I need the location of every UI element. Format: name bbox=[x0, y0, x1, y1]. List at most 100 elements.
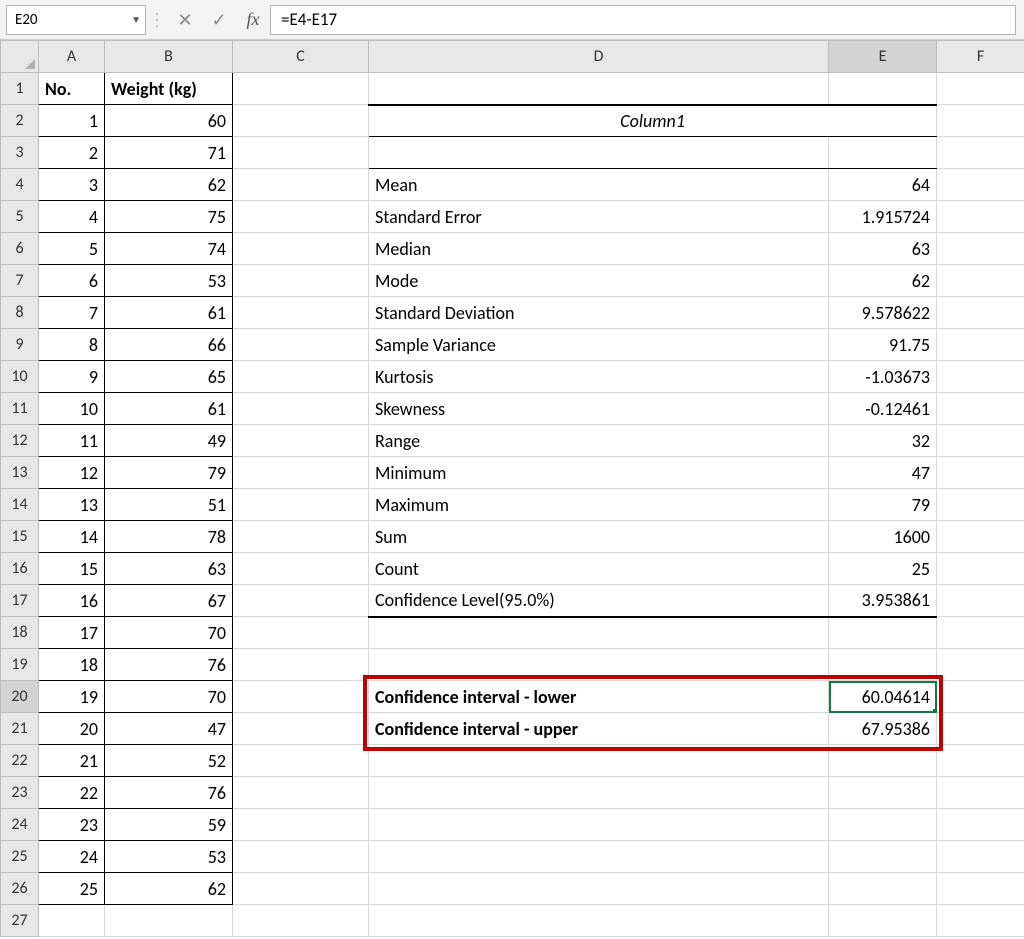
spreadsheet-grid[interactable]: A B C D E F 1No.Weight (kg)2160Column132… bbox=[0, 40, 1024, 937]
stat-value[interactable]: 1.915724 bbox=[829, 201, 937, 233]
cell[interactable] bbox=[937, 777, 1024, 809]
stat-value[interactable]: 32 bbox=[829, 425, 937, 457]
cell-no[interactable]: 6 bbox=[39, 265, 105, 297]
cell[interactable] bbox=[829, 873, 937, 905]
row-header[interactable]: 7 bbox=[1, 265, 39, 297]
cell-no[interactable]: 14 bbox=[39, 521, 105, 553]
cell[interactable] bbox=[233, 233, 369, 265]
cell-no[interactable]: 25 bbox=[39, 873, 105, 905]
cell-weight[interactable]: 76 bbox=[105, 649, 233, 681]
cell-no[interactable]: 8 bbox=[39, 329, 105, 361]
cell[interactable] bbox=[233, 105, 369, 137]
header-no[interactable]: No. bbox=[39, 73, 105, 105]
cell[interactable] bbox=[937, 713, 1024, 745]
cell-weight[interactable]: 75 bbox=[105, 201, 233, 233]
stat-label[interactable]: Confidence Level(95.0%) bbox=[369, 585, 829, 617]
cell[interactable] bbox=[233, 425, 369, 457]
cell-no[interactable]: 11 bbox=[39, 425, 105, 457]
cell[interactable] bbox=[39, 905, 105, 937]
ci-upper-label[interactable]: Confidence interval - upper bbox=[369, 713, 829, 745]
cell[interactable] bbox=[829, 617, 937, 649]
cell[interactable] bbox=[233, 201, 369, 233]
cell[interactable] bbox=[937, 617, 1024, 649]
cell[interactable] bbox=[233, 681, 369, 713]
cell[interactable] bbox=[937, 265, 1024, 297]
stats-title[interactable]: Column1 bbox=[369, 105, 937, 137]
cell[interactable] bbox=[937, 585, 1024, 617]
cell[interactable] bbox=[233, 809, 369, 841]
cell-weight[interactable]: 53 bbox=[105, 265, 233, 297]
row-header[interactable]: 9 bbox=[1, 329, 39, 361]
cell-no[interactable]: 21 bbox=[39, 745, 105, 777]
row-header[interactable]: 27 bbox=[1, 905, 39, 937]
stat-label[interactable]: Count bbox=[369, 553, 829, 585]
cell-weight[interactable]: 78 bbox=[105, 521, 233, 553]
cell[interactable] bbox=[233, 265, 369, 297]
cell[interactable] bbox=[233, 841, 369, 873]
stat-value[interactable]: 1600 bbox=[829, 521, 937, 553]
cell-no[interactable]: 4 bbox=[39, 201, 105, 233]
stat-value[interactable]: 64 bbox=[829, 169, 937, 201]
cell-weight[interactable]: 59 bbox=[105, 809, 233, 841]
ci-upper-value[interactable]: 67.95386 bbox=[829, 713, 937, 745]
stat-label[interactable]: Mean bbox=[369, 169, 829, 201]
row-header[interactable]: 4 bbox=[1, 169, 39, 201]
row-header[interactable]: 24 bbox=[1, 809, 39, 841]
cell[interactable] bbox=[937, 105, 1024, 137]
cell-no[interactable]: 9 bbox=[39, 361, 105, 393]
cell-no[interactable]: 22 bbox=[39, 777, 105, 809]
row-header[interactable]: 6 bbox=[1, 233, 39, 265]
row-header[interactable]: 3 bbox=[1, 137, 39, 169]
cell[interactable] bbox=[233, 553, 369, 585]
enter-button[interactable]: ✓ bbox=[202, 5, 236, 35]
cell[interactable] bbox=[937, 233, 1024, 265]
cell[interactable] bbox=[937, 873, 1024, 905]
cell[interactable] bbox=[937, 841, 1024, 873]
stat-value[interactable]: 9.578622 bbox=[829, 297, 937, 329]
cell[interactable] bbox=[829, 809, 937, 841]
cell[interactable] bbox=[369, 777, 829, 809]
cell-no[interactable]: 16 bbox=[39, 585, 105, 617]
cell[interactable] bbox=[233, 457, 369, 489]
cell[interactable] bbox=[937, 201, 1024, 233]
row-header[interactable]: 14 bbox=[1, 489, 39, 521]
cell-weight[interactable]: 70 bbox=[105, 681, 233, 713]
cell-weight[interactable]: 62 bbox=[105, 169, 233, 201]
cell-weight[interactable]: 66 bbox=[105, 329, 233, 361]
cell[interactable] bbox=[369, 73, 829, 105]
cell-no[interactable]: 20 bbox=[39, 713, 105, 745]
cell-weight[interactable]: 63 bbox=[105, 553, 233, 585]
stat-label[interactable]: Maximum bbox=[369, 489, 829, 521]
cell[interactable] bbox=[829, 73, 937, 105]
cell[interactable] bbox=[369, 137, 829, 169]
cell-no[interactable]: 19 bbox=[39, 681, 105, 713]
cell-no[interactable]: 5 bbox=[39, 233, 105, 265]
row-header[interactable]: 25 bbox=[1, 841, 39, 873]
cell[interactable] bbox=[937, 457, 1024, 489]
cell[interactable] bbox=[829, 905, 937, 937]
row-header[interactable]: 26 bbox=[1, 873, 39, 905]
cell[interactable] bbox=[369, 873, 829, 905]
header-weight[interactable]: Weight (kg) bbox=[105, 73, 233, 105]
formula-input[interactable]: =E4-E17 bbox=[270, 5, 1016, 35]
col-header-e[interactable]: E bbox=[829, 41, 937, 73]
cell[interactable] bbox=[233, 137, 369, 169]
stat-value[interactable]: 79 bbox=[829, 489, 937, 521]
cell[interactable] bbox=[233, 489, 369, 521]
cell[interactable] bbox=[233, 521, 369, 553]
cell-weight[interactable]: 67 bbox=[105, 585, 233, 617]
row-header[interactable]: 19 bbox=[1, 649, 39, 681]
cell[interactable] bbox=[937, 169, 1024, 201]
cell-weight[interactable]: 79 bbox=[105, 457, 233, 489]
stat-label[interactable]: Median bbox=[369, 233, 829, 265]
cell[interactable] bbox=[233, 169, 369, 201]
row-header[interactable]: 12 bbox=[1, 425, 39, 457]
cell-weight[interactable]: 60 bbox=[105, 105, 233, 137]
cell[interactable] bbox=[369, 617, 829, 649]
cell[interactable] bbox=[937, 745, 1024, 777]
cell[interactable] bbox=[233, 585, 369, 617]
cell-no[interactable]: 12 bbox=[39, 457, 105, 489]
cell[interactable] bbox=[233, 329, 369, 361]
cell-no[interactable]: 13 bbox=[39, 489, 105, 521]
row-header[interactable]: 10 bbox=[1, 361, 39, 393]
